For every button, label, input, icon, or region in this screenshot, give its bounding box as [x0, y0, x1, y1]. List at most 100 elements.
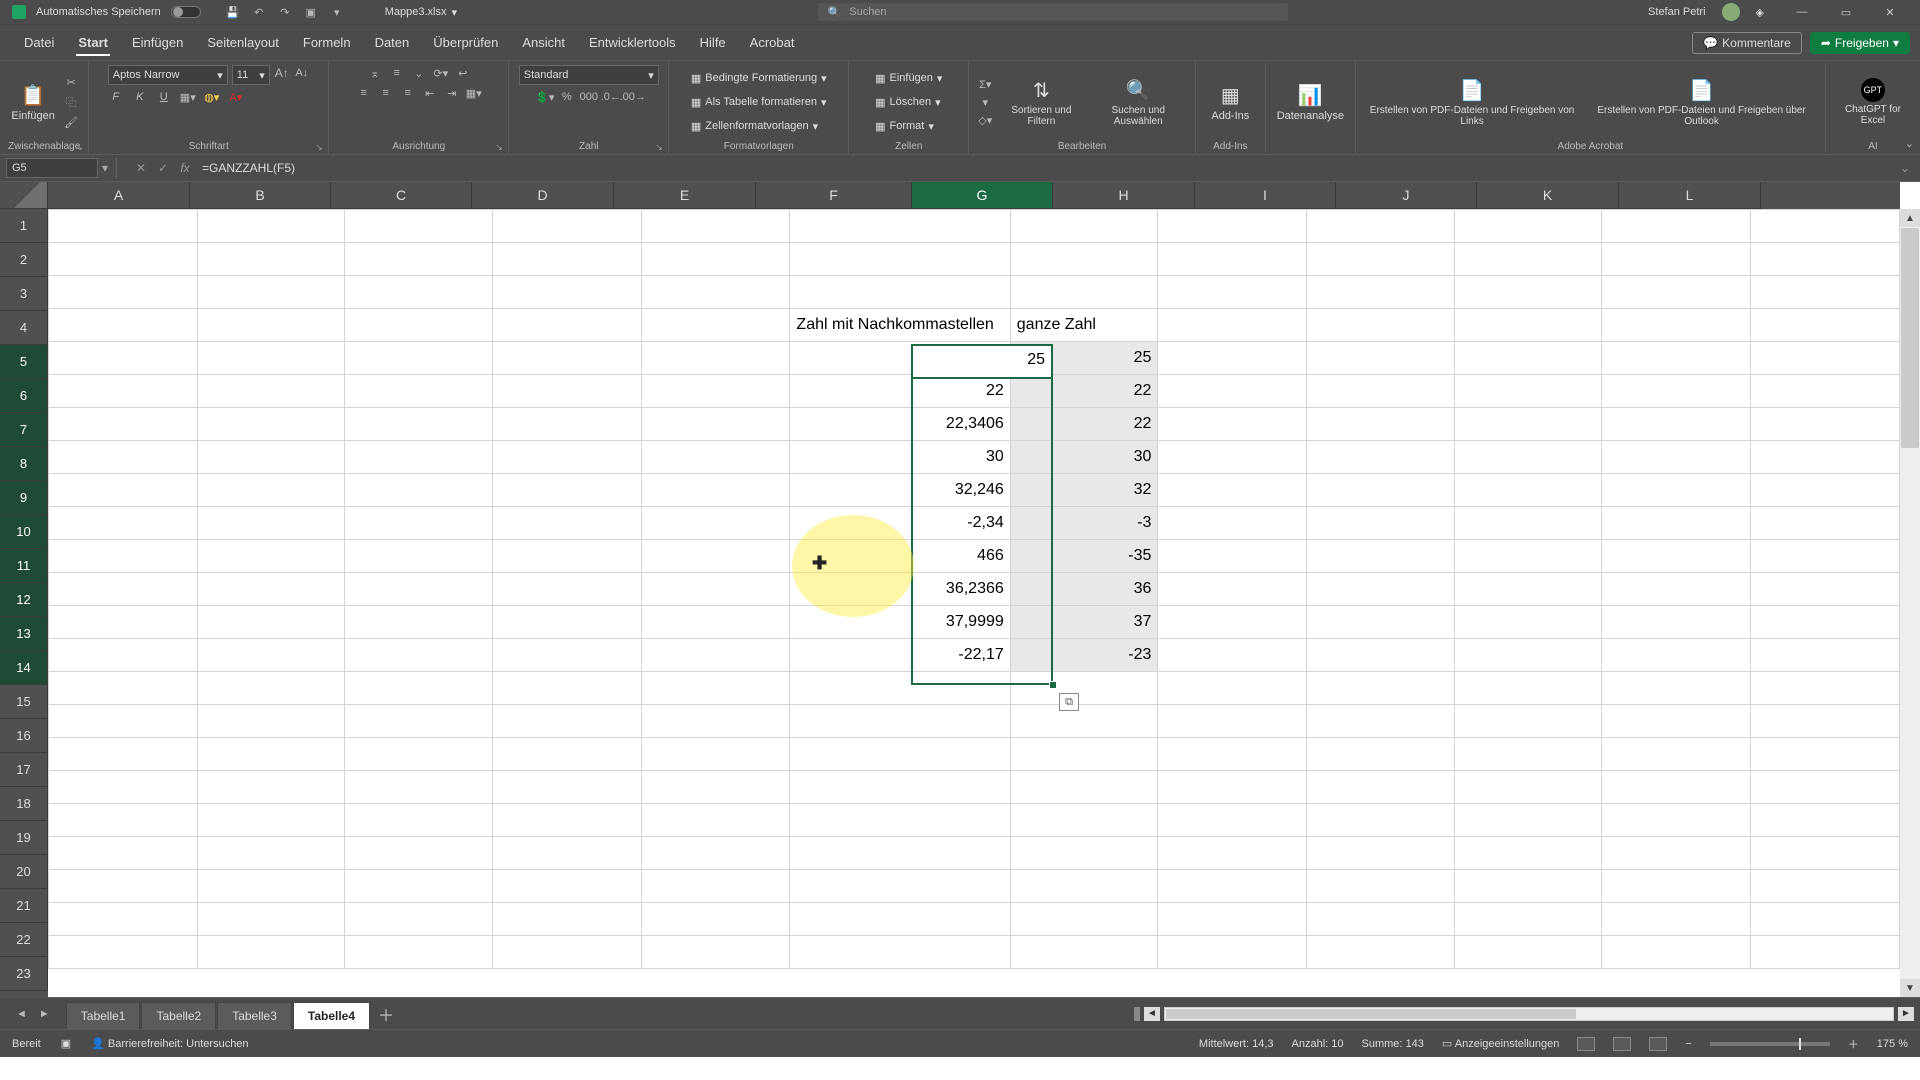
- row-header[interactable]: 6: [0, 379, 48, 413]
- comments-button[interactable]: 💬 Kommentare: [1692, 32, 1802, 54]
- cell[interactable]: [49, 606, 198, 639]
- sheet-nav-next-icon[interactable]: ►: [39, 1008, 50, 1020]
- cell[interactable]: [345, 837, 493, 870]
- cell[interactable]: [493, 672, 642, 705]
- row-header[interactable]: 10: [0, 515, 48, 549]
- cell[interactable]: [1751, 837, 1900, 870]
- column-header[interactable]: B: [190, 182, 331, 209]
- cell[interactable]: [1602, 474, 1751, 507]
- cell[interactable]: 32: [1010, 474, 1158, 507]
- font-size-dropdown[interactable]: 11▾: [232, 65, 270, 85]
- cell[interactable]: [197, 309, 345, 342]
- cell[interactable]: [1158, 540, 1307, 573]
- cell[interactable]: [197, 243, 345, 276]
- cell[interactable]: [790, 771, 1010, 804]
- font-family-dropdown[interactable]: Aptos Narrow▾: [108, 65, 228, 85]
- cell[interactable]: [1602, 672, 1751, 705]
- cell[interactable]: [345, 375, 493, 408]
- row-header[interactable]: 17: [0, 753, 48, 787]
- cell[interactable]: [1602, 342, 1751, 375]
- format-painter-icon[interactable]: 🖌: [63, 114, 79, 130]
- add-sheet-button[interactable]: ＋: [371, 1002, 401, 1026]
- cell[interactable]: [1602, 936, 1751, 969]
- name-box-dropdown-icon[interactable]: ▾: [98, 161, 112, 175]
- cell[interactable]: 37: [1010, 606, 1158, 639]
- cell[interactable]: [1602, 507, 1751, 540]
- fill-color-icon[interactable]: ◍▾: [204, 89, 220, 105]
- cell[interactable]: [345, 474, 493, 507]
- cell[interactable]: [197, 738, 345, 771]
- cell[interactable]: [49, 441, 198, 474]
- cell[interactable]: [1602, 771, 1751, 804]
- cell[interactable]: Zahl mit Nachkommastellen: [790, 309, 1010, 342]
- cell[interactable]: 37,9999: [790, 606, 1010, 639]
- cell[interactable]: [345, 573, 493, 606]
- cell[interactable]: [1602, 210, 1751, 243]
- align-bottom-icon[interactable]: ⌄: [411, 65, 427, 81]
- column-header[interactable]: J: [1336, 182, 1477, 209]
- cell[interactable]: [1158, 243, 1307, 276]
- cell[interactable]: [493, 573, 642, 606]
- cell[interactable]: [1307, 507, 1455, 540]
- addins-button[interactable]: ▦Add-Ins: [1206, 65, 1254, 139]
- align-center-icon[interactable]: ≡: [378, 85, 394, 101]
- cell[interactable]: [641, 441, 790, 474]
- accounting-icon[interactable]: 💲▾: [537, 89, 553, 105]
- cell[interactable]: [1454, 375, 1602, 408]
- cell[interactable]: [197, 540, 345, 573]
- cell[interactable]: [1751, 309, 1900, 342]
- cell[interactable]: [641, 606, 790, 639]
- ribbon-tab-überprüfen[interactable]: Überprüfen: [421, 27, 510, 58]
- cell[interactable]: [1454, 870, 1602, 903]
- cell[interactable]: [641, 276, 790, 309]
- cell[interactable]: -23: [1010, 639, 1158, 672]
- cell[interactable]: [1307, 672, 1455, 705]
- underline-icon[interactable]: U: [156, 89, 172, 105]
- cell[interactable]: 30: [790, 441, 1010, 474]
- cell[interactable]: [197, 837, 345, 870]
- cell[interactable]: [641, 672, 790, 705]
- cell[interactable]: -2,34: [790, 507, 1010, 540]
- select-all-button[interactable]: [0, 182, 48, 209]
- row-header[interactable]: 1: [0, 209, 48, 243]
- cell[interactable]: [345, 243, 493, 276]
- cell[interactable]: [641, 474, 790, 507]
- cell[interactable]: 32,246: [790, 474, 1010, 507]
- cell[interactable]: [345, 771, 493, 804]
- cell[interactable]: [1307, 936, 1455, 969]
- cell[interactable]: [1454, 408, 1602, 441]
- cell[interactable]: [641, 837, 790, 870]
- cell[interactable]: [49, 837, 198, 870]
- cell[interactable]: ganze Zahl: [1010, 309, 1158, 342]
- cell[interactable]: [1751, 408, 1900, 441]
- autofill-options-icon[interactable]: ⧉: [1059, 693, 1079, 711]
- cell[interactable]: [1751, 672, 1900, 705]
- sheet-nav-prev-icon[interactable]: ◄: [16, 1008, 27, 1020]
- cell[interactable]: [1158, 474, 1307, 507]
- cell[interactable]: [493, 903, 642, 936]
- cell[interactable]: [1307, 342, 1455, 375]
- cell[interactable]: [493, 738, 642, 771]
- cell[interactable]: [1602, 870, 1751, 903]
- cell[interactable]: [493, 243, 642, 276]
- diamond-icon[interactable]: ◈: [1756, 6, 1764, 19]
- cell[interactable]: [197, 210, 345, 243]
- cell[interactable]: [345, 903, 493, 936]
- cell[interactable]: [345, 936, 493, 969]
- cell[interactable]: [1010, 903, 1158, 936]
- align-left-icon[interactable]: ≡: [356, 85, 372, 101]
- cell[interactable]: [1307, 540, 1455, 573]
- close-button[interactable]: ✕: [1868, 0, 1912, 24]
- increase-decimal-icon[interactable]: .0←: [603, 89, 619, 105]
- cell[interactable]: [1454, 474, 1602, 507]
- cell[interactable]: [790, 837, 1010, 870]
- cell[interactable]: [1010, 870, 1158, 903]
- cell[interactable]: [1010, 804, 1158, 837]
- cell[interactable]: [1158, 672, 1307, 705]
- cell[interactable]: [493, 804, 642, 837]
- cell[interactable]: [345, 441, 493, 474]
- cell[interactable]: [197, 672, 345, 705]
- workbook-title[interactable]: Mappe3.xlsx ▾: [385, 6, 457, 19]
- dialog-launcher-icon[interactable]: ↘: [495, 142, 505, 152]
- page-layout-view-icon[interactable]: [1613, 1037, 1631, 1051]
